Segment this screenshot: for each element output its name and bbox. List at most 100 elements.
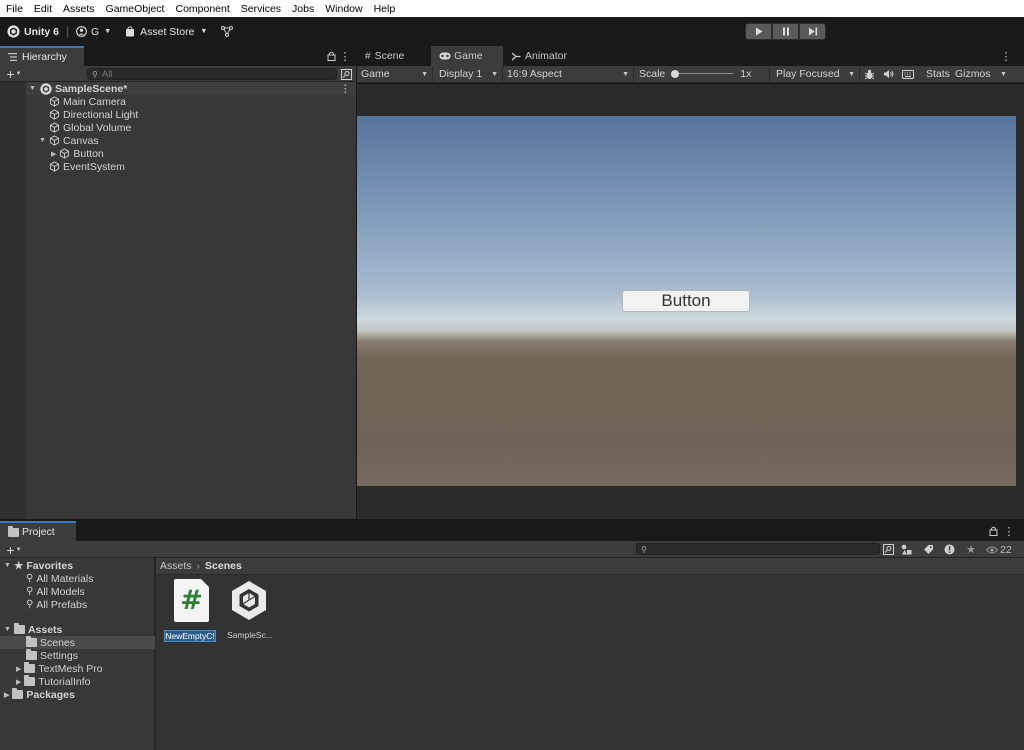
hierarchy-search-input[interactable]: ⚲ All (87, 68, 337, 80)
keyboard-icon[interactable] (898, 66, 918, 83)
hierarchy-item-global-volume[interactable]: Global Volume (49, 121, 131, 134)
collapsed-arrow-icon[interactable]: ▶ (16, 665, 21, 673)
aspect-dropdown[interactable]: 16:9 Aspect ▼ (503, 65, 634, 83)
tab-hierarchy-label: Hierarchy (22, 51, 67, 63)
folder-scenes[interactable]: Scenes (0, 636, 155, 649)
tree-assets[interactable]: ▼ Assets (4, 623, 62, 636)
game-viewport[interactable]: Button (357, 116, 1016, 486)
search-by-type-icon[interactable] (882, 543, 895, 556)
packages-label: Packages (26, 688, 75, 701)
asset-name-selected: NewEmptyC! (164, 630, 216, 642)
hierarchy-item-button[interactable]: ▶ Button (51, 147, 104, 160)
account-dropdown[interactable]: G ▼ (76, 26, 111, 38)
expanded-arrow-icon: ▼ (29, 85, 36, 92)
play-button[interactable] (745, 23, 772, 40)
folder-textmesh-pro[interactable]: ▶ TextMesh Pro (16, 662, 103, 675)
create-button[interactable]: + ▼ (3, 66, 25, 82)
gameobject-cube-icon (49, 135, 60, 146)
favorite-star-icon[interactable]: ★ (964, 542, 978, 556)
menu-assets[interactable]: Assets (63, 3, 95, 15)
menu-edit[interactable]: Edit (34, 3, 52, 15)
search-by-type-icon[interactable] (340, 68, 352, 80)
hierarchy-item-directional-light[interactable]: Directional Light (49, 108, 138, 121)
tree-favorites[interactable]: ▼ ★ Favorites (4, 559, 73, 572)
stats-button[interactable]: Stats (926, 68, 950, 80)
favorite-all-models[interactable]: ⚲ All Models (26, 585, 85, 598)
product-label: Unity 6 (24, 25, 60, 38)
collab-button[interactable] (221, 26, 234, 37)
hierarchy-item-label: Directional Light (63, 108, 139, 121)
display-dropdown[interactable]: Display 1 ▼ (435, 65, 503, 83)
tab-hierarchy[interactable]: Hierarchy (0, 46, 84, 66)
menu-file[interactable]: File (6, 3, 23, 15)
chevron-down-icon: ▼ (104, 28, 112, 35)
game-ui-button[interactable]: Button (622, 290, 750, 312)
filter-by-type-icon[interactable] (900, 543, 913, 556)
step-button[interactable] (799, 23, 826, 40)
animator-icon (511, 52, 521, 60)
create-button[interactable]: + ▼ (3, 542, 25, 558)
unity-version-button[interactable]: Unity 6 (7, 25, 59, 38)
more-options-icon[interactable]: ⋮ (1004, 523, 1015, 539)
hierarchy-tabbar: Hierarchy ⋮ (0, 46, 356, 66)
more-options-icon[interactable]: ⋮ (340, 83, 351, 95)
scene-root-row[interactable]: ▼ SampleScene* ⋮ (26, 82, 356, 95)
chevron-down-icon: ▼ (200, 28, 208, 35)
favorite-all-materials[interactable]: ⚲ All Materials (26, 572, 94, 585)
slider-thumb[interactable] (671, 70, 680, 78)
project-search-input[interactable]: ⚲ (636, 543, 880, 555)
asset-scene-tile[interactable]: SampleSc... (224, 579, 276, 645)
pause-button[interactable] (772, 23, 799, 40)
menu-component[interactable]: Component (175, 3, 229, 15)
gameobject-cube-icon (49, 161, 60, 172)
stats-label: Stats (926, 68, 950, 80)
more-options-icon[interactable]: ⋮ (1001, 48, 1012, 64)
lock-icon[interactable] (326, 50, 336, 62)
folder-icon (12, 688, 24, 699)
hierarchy-item-canvas[interactable]: ▼ Canvas (39, 134, 99, 147)
breadcrumb-scenes[interactable]: Scenes (205, 560, 242, 572)
hidden-packages-toggle[interactable]: 22 (986, 542, 1012, 557)
expanded-arrow-icon[interactable]: ▼ (39, 137, 46, 144)
folder-tutorialinfo[interactable]: ▶ TutorialInfo (16, 675, 91, 688)
folder-settings[interactable]: Settings (26, 649, 78, 662)
collapsed-arrow-icon[interactable]: ▶ (51, 150, 56, 158)
tab-game[interactable]: Game (431, 46, 503, 66)
tree-packages[interactable]: ▶ Packages (4, 688, 75, 701)
game-mode-dropdown[interactable]: Game ▼ (357, 65, 433, 83)
warning-filter-icon[interactable] (943, 543, 956, 556)
menu-bar: File Edit Assets GameObject Component Se… (0, 0, 1024, 17)
menu-gameobject[interactable]: GameObject (106, 3, 165, 15)
hierarchy-toolbar: + ▼ ⚲ All (0, 66, 356, 82)
more-options-icon[interactable]: ⋮ (340, 48, 351, 64)
scale-control: Scale 1x (634, 65, 770, 83)
asset-store-dropdown[interactable]: Asset Store ▼ (125, 26, 207, 38)
gizmos-dropdown[interactable]: Gizmos ▼ (951, 66, 1011, 83)
asset-script-tile[interactable]: # NewEmptyC! (163, 579, 219, 645)
lock-icon[interactable] (988, 525, 998, 537)
tab-animator[interactable]: Animator (503, 46, 583, 66)
hierarchy-panel: Hierarchy ⋮ + ▼ ⚲ All ▼ SampleScene* ⋮ M… (0, 46, 356, 519)
project-folder-tree: ▼ ★ Favorites ⚲ All Materials ⚲ All Mode… (0, 558, 155, 750)
favorite-all-prefabs[interactable]: ⚲ All Prefabs (26, 598, 87, 611)
folder-label: TextMesh Pro (38, 662, 103, 675)
hierarchy-item-eventsystem[interactable]: EventSystem (49, 160, 125, 173)
hierarchy-item-main-camera[interactable]: Main Camera (49, 95, 126, 108)
folder-label: TutorialInfo (38, 675, 91, 688)
favorite-label: All Prefabs (36, 598, 88, 611)
menu-help[interactable]: Help (374, 3, 396, 15)
menu-jobs[interactable]: Jobs (292, 3, 314, 15)
favorite-star-icon: ★ (13, 559, 24, 572)
tab-scene[interactable]: # Scene (357, 46, 431, 66)
breadcrumb-assets[interactable]: Assets (160, 560, 192, 572)
menu-services[interactable]: Services (241, 3, 281, 15)
collapsed-arrow-icon[interactable]: ▶ (16, 678, 21, 686)
play-focus-dropdown[interactable]: Play Focused ▼ (770, 65, 860, 83)
menu-window[interactable]: Window (325, 3, 362, 15)
filter-by-label-icon[interactable] (922, 543, 935, 556)
audio-speaker-icon[interactable] (878, 66, 898, 83)
scale-slider[interactable] (671, 69, 734, 79)
tab-project[interactable]: Project (0, 521, 76, 541)
debug-bug-icon[interactable] (860, 66, 878, 83)
hierarchy-item-label: Canvas (62, 134, 99, 147)
